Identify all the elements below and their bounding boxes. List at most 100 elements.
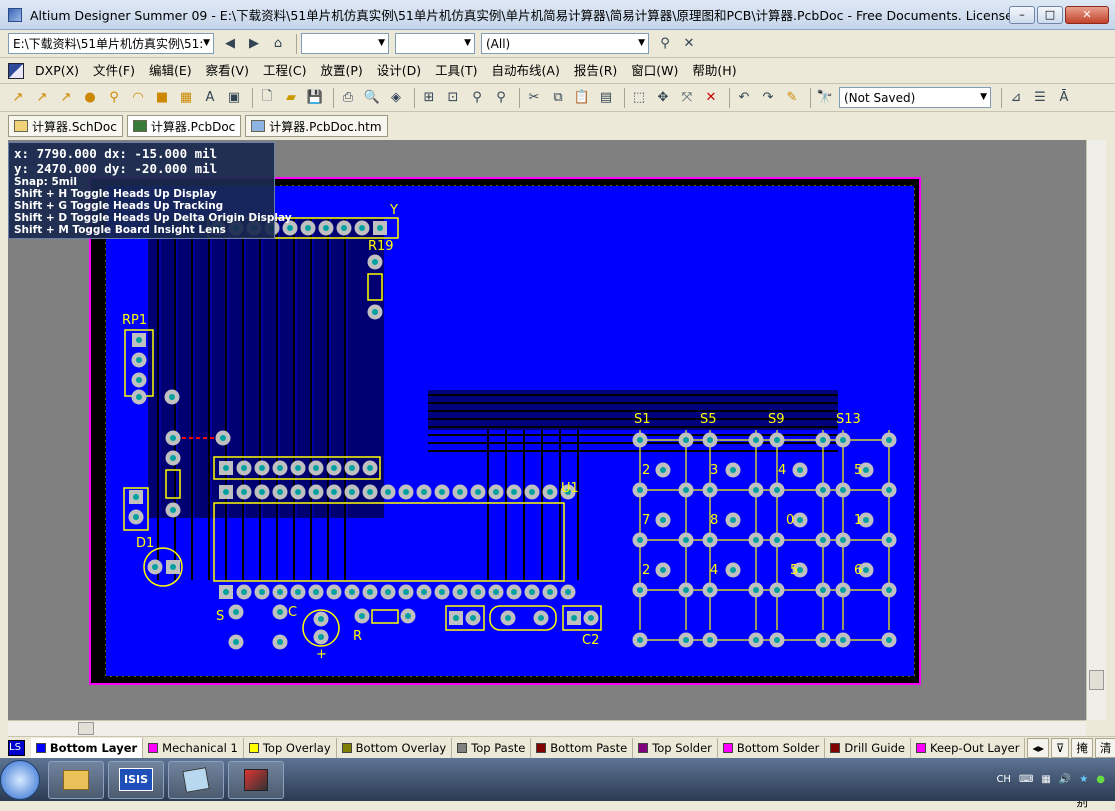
zoom-fit-icon[interactable]: ⊞ [419,88,439,108]
home-icon[interactable]: ⌂ [268,34,288,54]
filter-combo[interactable]: (All) ▼ [481,33,649,54]
tab-pcbdoc[interactable]: 计算器.PcbDoc [126,115,242,137]
layer-set-button[interactable]: LS [8,739,25,756]
drill-hole [170,564,176,570]
net-combo[interactable]: ▼ [301,33,389,54]
place-via-icon[interactable]: ⚲ [104,88,124,108]
deselect-icon[interactable]: ⤧ [677,88,697,108]
print-preview-icon[interactable]: 🔍 [362,88,382,108]
copy-icon[interactable]: ⧉ [548,88,568,108]
menu-window[interactable]: 窗口(W) [624,60,685,82]
save-icon[interactable]: 💾 [305,88,325,108]
layer-tab-top-paste[interactable]: Top Paste [452,737,532,758]
horizontal-scrollbar[interactable] [8,720,1086,736]
layer-tab-bottom-solder[interactable]: Bottom Solder [718,737,826,758]
maximize-button[interactable]: □ [1037,5,1063,24]
zoom-filter-icon[interactable]: ⚲ [491,88,511,108]
layer-tab-mechanical-1[interactable]: Mechanical 1 [143,737,244,758]
menu-autoroute[interactable]: 自动布线(A) [485,60,567,82]
taskbar-app-explorer[interactable] [48,760,104,799]
mask-level-button[interactable]: 掩膜级别 [1071,737,1093,809]
place-polygon-icon[interactable]: ▦ [176,88,196,108]
drill-hole [313,465,319,471]
minimize-button[interactable]: – [1009,5,1035,24]
menu-dxp[interactable]: DXP(X) [28,60,86,82]
tab-pcbdoc-htm[interactable]: 计算器.PcbDoc.htm [245,115,388,137]
layer-tab-bottom-layer[interactable]: Bottom Layer [30,737,144,758]
route-diff-pair-icon[interactable]: ↗ [32,88,52,108]
saved-state-combo[interactable]: (Not Saved) ▼ [839,87,991,108]
back-icon[interactable]: ◀ [220,34,240,54]
clear-filter-icon[interactable]: ✕ [679,34,699,54]
menu-place[interactable]: 放置(P) [313,60,369,82]
menu-reports[interactable]: 报告(R) [567,60,624,82]
place-string-icon[interactable]: A [200,88,220,108]
volume-icon[interactable]: 🔊 [1059,774,1071,785]
toolbar-separator [414,87,415,108]
browse-components-icon[interactable]: 🔭 [815,88,835,108]
taskbar-app-notes[interactable] [168,760,224,799]
cut-icon[interactable]: ✂ [524,88,544,108]
redo-icon[interactable]: ↷ [758,88,778,108]
undo-icon[interactable]: ↶ [734,88,754,108]
vertical-scrollbar[interactable] [1086,140,1106,720]
drill-hole [439,589,445,595]
interactive-route-icon[interactable]: ⊿ [1006,88,1026,108]
route-multi-icon[interactable]: ↗ [56,88,76,108]
print-icon[interactable]: ⎙ [338,88,358,108]
drill-hole [367,589,373,595]
filter-icon[interactable]: ⊽ [1051,737,1070,758]
open-folder-icon[interactable]: ▰ [281,88,301,108]
close-button[interactable]: ✕ [1065,5,1109,24]
layer-tab-bottom-overlay[interactable]: Bottom Overlay [337,737,453,758]
clear-button[interactable]: 清除 [1094,737,1115,773]
menu-view[interactable]: 察看(V) [199,60,256,82]
drill-hole [403,489,409,495]
star-icon[interactable]: ★ [1079,774,1088,785]
text-style-icon[interactable]: Ā [1054,88,1074,108]
place-pad-icon[interactable]: ● [80,88,100,108]
layer-tab-top-overlay[interactable]: Top Overlay [244,737,337,758]
keyboard-icon[interactable]: ⌨ [1019,774,1033,785]
tab-schdoc[interactable]: 计算器.SchDoc [8,115,123,137]
place-component-icon[interactable]: ▣ [224,88,244,108]
paste-icon[interactable]: 📋 [572,88,592,108]
zoom-area-icon[interactable]: ⊡ [443,88,463,108]
place-fill-icon[interactable]: ■ [152,88,172,108]
menu-file[interactable]: 文件(F) [86,60,142,82]
layer-tab-top-solder[interactable]: Top Solder [633,737,718,758]
taskbar-app-isis[interactable]: ISIS [108,760,164,799]
menu-project[interactable]: 工程(C) [256,60,313,82]
horizontal-scroll-thumb[interactable] [78,722,94,735]
path-combo[interactable]: E:\下载资料\51单片机仿真实例\51: ▼ [8,33,214,54]
network-icon[interactable]: ▦ [1041,774,1050,785]
rubber-stamp-icon[interactable]: ▤ [596,88,616,108]
move-icon[interactable]: ✥ [653,88,673,108]
layer-tab-bottom-paste[interactable]: Bottom Paste [531,737,634,758]
new-file-icon[interactable]: 🗋 [257,88,277,108]
forward-icon[interactable]: ▶ [244,34,264,54]
align-icon[interactable]: ☰ [1030,88,1050,108]
input-language-indicator[interactable]: CH [996,774,1011,785]
drill-hole [359,225,365,231]
menu-edit[interactable]: 编辑(E) [142,60,199,82]
menu-help[interactable]: 帮助(H) [685,60,743,82]
layer-scroll-arrows-icon[interactable]: ◂▸ [1027,737,1049,758]
vertical-scroll-thumb[interactable] [1089,670,1104,690]
crosshair-icon[interactable]: ✎ [782,88,802,108]
layer-tab-drill-guide[interactable]: Drill Guide [825,737,911,758]
start-button[interactable] [0,759,40,800]
clear-icon[interactable]: ✕ [701,88,721,108]
security-icon[interactable]: ● [1096,774,1105,785]
taskbar-app-altium[interactable] [228,760,284,799]
layer-tab-keep-out-layer[interactable]: Keep-Out Layer [911,737,1026,758]
place-arc-icon[interactable]: ◠ [128,88,148,108]
menu-tools[interactable]: 工具(T) [428,60,484,82]
menu-design[interactable]: 设计(D) [370,60,428,82]
zoom-selected-icon[interactable]: ⚲ [467,88,487,108]
apply-filter-icon[interactable]: ⚲ [655,34,675,54]
select-area-icon[interactable]: ⬚ [629,88,649,108]
route-track-icon[interactable]: ↗ [8,88,28,108]
component-combo[interactable]: ▼ [395,33,475,54]
layers-icon[interactable]: ◈ [386,88,406,108]
